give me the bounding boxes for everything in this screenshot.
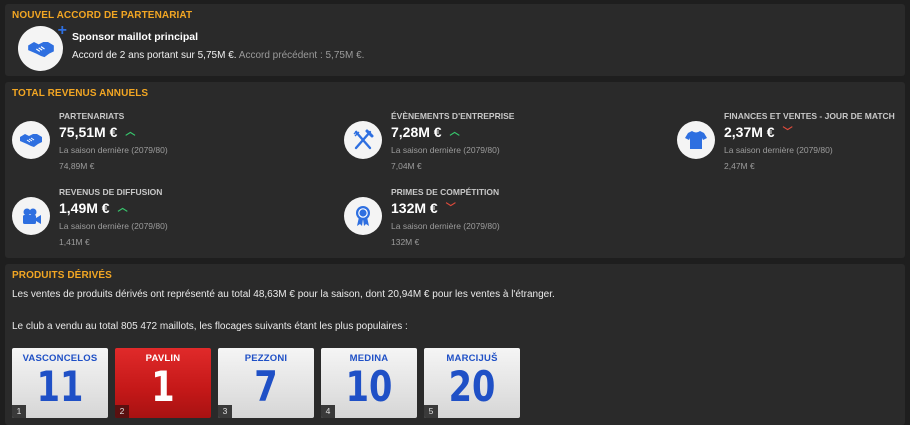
shirt-rank: 4 bbox=[321, 405, 335, 418]
shirts-sold-text: Le club a vendu au total 805 472 maillot… bbox=[12, 321, 408, 332]
revenue-item-prize-money[interactable]: PRIMES DE COMPÉTITION 132M € ﹀ La saison … bbox=[344, 187, 644, 251]
merchandise-panel: PRODUITS DÉRIVÉS Les ventes de produits … bbox=[5, 264, 905, 425]
new-partnership-panel: NOUVEL ACCORD DE PARTENARIAT + Sponsor m… bbox=[5, 4, 905, 76]
revenue-last-season-label: La saison dernière (2079/80) bbox=[391, 145, 500, 155]
cutlery-icon bbox=[353, 129, 374, 150]
shirt-number: 7 bbox=[254, 362, 278, 411]
handshake-icon bbox=[20, 134, 42, 147]
shirt-number: 10 bbox=[345, 362, 393, 411]
sponsor-icon-circle: + bbox=[18, 23, 67, 71]
partnership-section-title: NOUVEL ACCORD DE PARTENARIAT bbox=[12, 10, 193, 21]
trend-up-icon: ︿ bbox=[117, 203, 128, 214]
revenue-last-season-value: 1,41M € bbox=[59, 237, 90, 247]
revenue-icon-circle bbox=[344, 121, 382, 159]
deal-text: Accord de 2 ans portant sur 5,75M €. bbox=[72, 50, 237, 61]
shirt-number: 11 bbox=[36, 362, 84, 411]
merchandise-sales-text: Les ventes de produits dérivés ont repré… bbox=[12, 289, 555, 300]
revenue-last-season-value: 74,89M € bbox=[59, 161, 95, 171]
previous-deal-text: Accord précédent : 5,75M €. bbox=[238, 50, 365, 61]
revenue-last-season-value: 2,47M € bbox=[724, 161, 755, 171]
revenue-last-season-label: La saison dernière (2079/80) bbox=[391, 221, 500, 231]
revenue-last-season-label: La saison dernière (2079/80) bbox=[724, 145, 833, 155]
revenue-icon-circle bbox=[12, 197, 50, 235]
revenue-icon-circle bbox=[677, 121, 715, 159]
shirt-rank: 5 bbox=[424, 405, 438, 418]
revenue-value: 7,28M € ︿ bbox=[391, 124, 460, 140]
annual-revenues-panel: TOTAL REVENUS ANNUELS PARTENARIATS 75,51… bbox=[5, 82, 905, 258]
revenues-section-title: TOTAL REVENUS ANNUELS bbox=[12, 88, 149, 99]
revenue-item-partnerships[interactable]: PARTENARIATS 75,51M € ︿ La saison dernièr… bbox=[12, 111, 312, 175]
revenue-icon-circle bbox=[12, 121, 50, 159]
revenue-value: 2,37M € ﹀ bbox=[724, 124, 793, 140]
shirt-icon bbox=[685, 131, 707, 149]
revenue-value: 1,49M € ︿ bbox=[59, 200, 128, 216]
trend-down-icon: ﹀ bbox=[782, 127, 793, 138]
popular-shirt-4[interactable]: MEDINA 10 4 bbox=[321, 348, 417, 418]
revenue-last-season-value: 132M € bbox=[391, 237, 420, 247]
revenue-last-season-value: 7,04M € bbox=[391, 161, 422, 171]
shirt-number: 1 bbox=[151, 362, 175, 411]
revenue-item-corporate-events[interactable]: ÉVÈNEMENTS D'ENTREPRISE 7,28M € ︿ La sais… bbox=[344, 111, 644, 175]
popular-shirt-1[interactable]: VASCONCELOS 11 1 bbox=[12, 348, 108, 418]
handshake-icon bbox=[27, 41, 54, 57]
medal-icon bbox=[356, 206, 370, 226]
popular-shirt-3[interactable]: PEZZONI 7 3 bbox=[218, 348, 314, 418]
trend-down-icon: ﹀ bbox=[445, 203, 456, 214]
shirt-rank: 1 bbox=[12, 405, 26, 418]
shirt-rank: 3 bbox=[218, 405, 232, 418]
revenue-label: REVENUS DE DIFFUSION bbox=[59, 187, 163, 197]
camera-icon bbox=[23, 208, 41, 224]
shirt-number: 20 bbox=[448, 362, 496, 411]
revenue-item-broadcast[interactable]: REVENUS DE DIFFUSION 1,49M € ︿ La saison … bbox=[12, 187, 312, 251]
revenue-last-season-label: La saison dernière (2079/80) bbox=[59, 145, 168, 155]
sponsor-title: Sponsor maillot principal bbox=[72, 31, 199, 43]
revenue-value: 132M € ﹀ bbox=[391, 200, 456, 216]
shirt-rank: 2 bbox=[115, 405, 129, 418]
popular-shirt-5[interactable]: MARCIJUŠ 20 5 bbox=[424, 348, 520, 418]
popular-shirt-2[interactable]: PAVLIN 1 2 bbox=[115, 348, 211, 418]
revenue-item-matchday[interactable]: FINANCES ET VENTES - JOUR DE MATCH 2,37M… bbox=[677, 111, 902, 175]
trend-up-icon: ︿ bbox=[449, 127, 460, 138]
revenue-last-season-label: La saison dernière (2079/80) bbox=[59, 221, 168, 231]
revenue-value: 75,51M € ︿ bbox=[59, 124, 136, 140]
revenue-label: PRIMES DE COMPÉTITION bbox=[391, 187, 500, 197]
plus-icon: + bbox=[57, 22, 67, 39]
merchandise-section-title: PRODUITS DÉRIVÉS bbox=[12, 270, 112, 281]
revenue-label: PARTENARIATS bbox=[59, 111, 125, 121]
revenue-icon-circle bbox=[344, 197, 382, 235]
trend-up-icon: ︿ bbox=[125, 127, 136, 138]
revenue-label: ÉVÈNEMENTS D'ENTREPRISE bbox=[391, 111, 515, 121]
revenue-label: FINANCES ET VENTES - JOUR DE MATCH bbox=[724, 111, 895, 121]
sponsor-deal-line: Accord de 2 ans portant sur 5,75M €. Acc… bbox=[72, 50, 364, 61]
